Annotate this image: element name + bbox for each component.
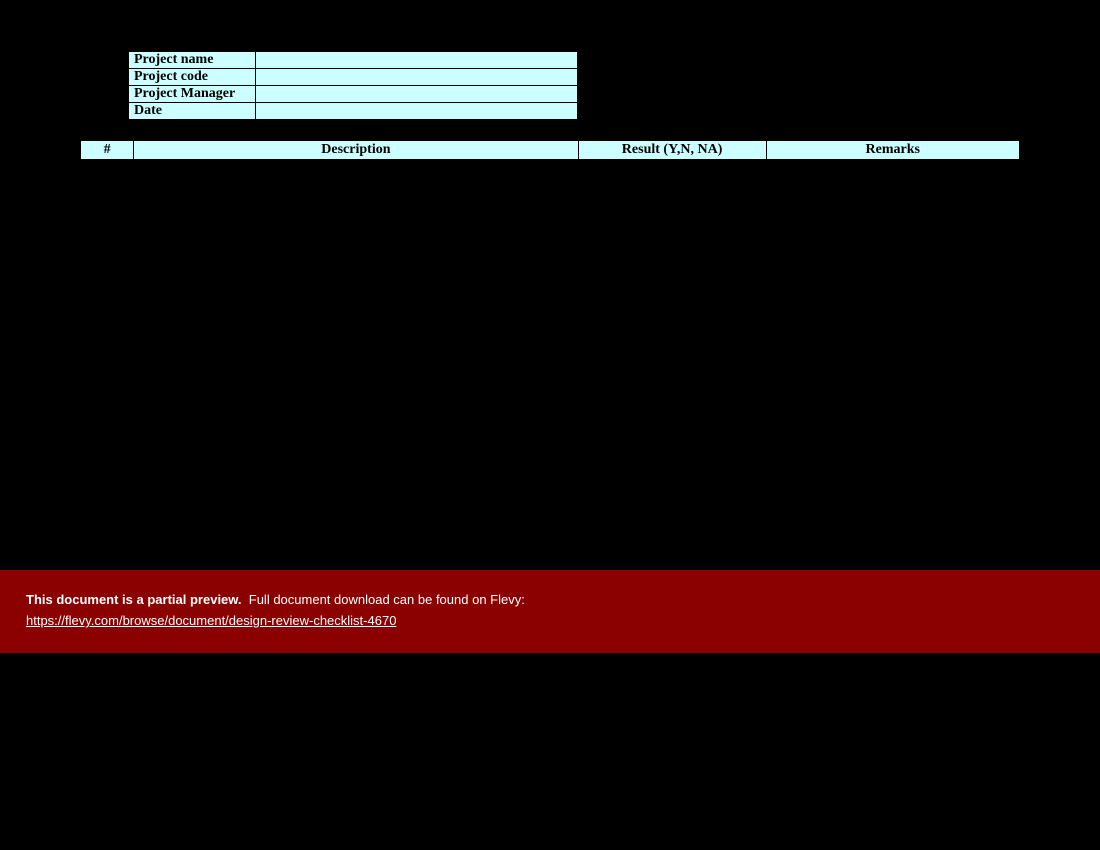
info-label: Project Manager xyxy=(129,86,256,103)
info-row-project-code: Project code xyxy=(129,69,578,86)
banner-line1: This document is a partial preview. Full… xyxy=(26,592,1074,607)
checklist-col-description: Description xyxy=(134,141,579,160)
info-value[interactable] xyxy=(256,86,578,103)
checklist-table: # Description Result (Y,N, NA) Remarks xyxy=(80,140,1020,160)
checklist-header-row: # Description Result (Y,N, NA) Remarks xyxy=(81,141,1020,160)
info-row-date: Date xyxy=(129,103,578,120)
info-label: Project name xyxy=(129,52,256,69)
preview-banner: This document is a partial preview. Full… xyxy=(0,570,1100,653)
info-value[interactable] xyxy=(256,103,578,120)
project-info-table: Project name Project code Project Manage… xyxy=(128,51,578,120)
checklist-col-result: Result (Y,N, NA) xyxy=(578,141,766,160)
info-label: Project code xyxy=(129,69,256,86)
page-root: Project name Project code Project Manage… xyxy=(0,0,1100,850)
banner-strong-text: This document is a partial preview. xyxy=(26,592,242,607)
info-row-project-manager: Project Manager xyxy=(129,86,578,103)
info-value[interactable] xyxy=(256,52,578,69)
info-value[interactable] xyxy=(256,69,578,86)
info-label: Date xyxy=(129,103,256,120)
checklist-col-remarks: Remarks xyxy=(766,141,1019,160)
info-row-project-name: Project name xyxy=(129,52,578,69)
banner-followup-text: Full document download can be found on F… xyxy=(249,592,525,607)
checklist-col-num: # xyxy=(81,141,134,160)
banner-link[interactable]: https://flevy.com/browse/document/design… xyxy=(26,613,396,628)
banner-line2: https://flevy.com/browse/document/design… xyxy=(26,613,1074,628)
